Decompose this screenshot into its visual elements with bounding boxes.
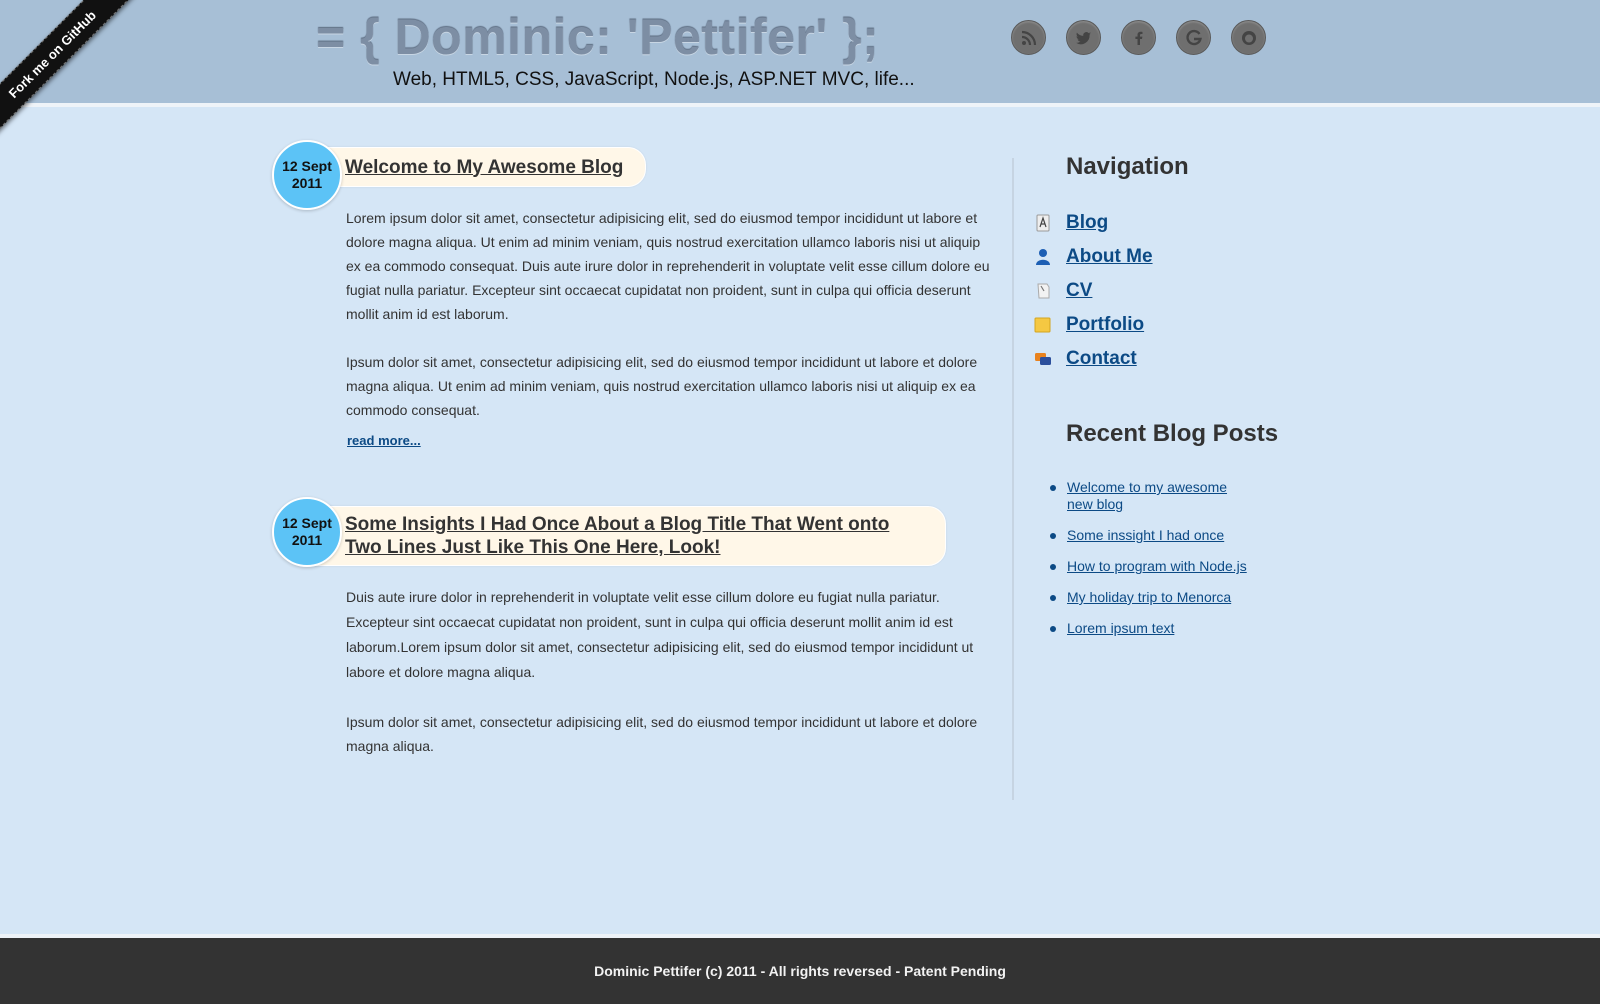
post-body: Duis aute irure dolor in reprehenderit i… [346,585,996,782]
post-body: Lorem ipsum dolor sit amet, consectetur … [346,206,996,450]
social-links [1011,20,1266,55]
pen-document-icon [1034,214,1052,232]
nav-link-about-me[interactable]: About Me [1066,246,1153,268]
column-divider [1012,158,1014,800]
post-paragraph: Lorem ipsum dolor sit amet, consectetur … [346,210,990,322]
recent-post-link[interactable]: Welcome to my awesome new blog [1067,479,1242,513]
site-title[interactable]: = { Dominic: 'Pettifer' }; [316,8,879,66]
nav-link-blog[interactable]: Blog [1066,212,1108,234]
chat-bubbles-icon [1034,350,1052,368]
nav-item-cv[interactable]: CV [1034,274,1153,308]
date-day: 12 Sept [282,515,332,531]
twitter-icon[interactable] [1066,20,1101,55]
post-paragraph: Ipsum dolor sit amet, consectetur adipis… [346,354,978,418]
folder-icon [1034,316,1052,334]
recent-post-link[interactable]: My holiday trip to Menorca [1067,589,1250,606]
recent-post-link[interactable]: Lorem ipsum text [1067,620,1250,637]
list-item: Welcome to my awesome new blog [1050,479,1242,513]
list-item: My holiday trip to Menorca [1050,589,1250,606]
list-item: Some inssight I had once [1050,527,1250,544]
post-paragraph: Ipsum dolor sit amet, consectetur adipis… [346,714,978,754]
scroll-icon [1034,282,1052,300]
nav-item-portfolio[interactable]: Portfolio [1034,308,1153,342]
rss-icon[interactable] [1011,20,1046,55]
site-header: = { Dominic: 'Pettifer' }; Web, HTML5, C… [0,0,1600,107]
post-paragraph: Duis aute irure dolor in reprehenderit i… [346,589,974,680]
recent-posts-list: Welcome to my awesome new blog Some inss… [1050,479,1250,651]
recent-posts-heading: Recent Blog Posts [1066,420,1279,447]
nav-link-cv[interactable]: CV [1066,280,1092,302]
navigation-menu: Blog About Me CV Portfolio Contact [1034,206,1153,376]
nav-link-contact[interactable]: Contact [1066,348,1137,370]
read-more-link[interactable]: read more... [347,433,421,448]
site-footer: Dominic Pettifer (c) 2011 - All rights r… [0,934,1600,1004]
date-year: 2011 [291,532,323,548]
post-title-pill: Welcome to My Awesome Blog [306,147,647,187]
nav-item-about-me[interactable]: About Me [1034,240,1153,274]
post-title-link[interactable]: Welcome to My Awesome Blog [345,156,623,179]
footer-text: Dominic Pettifer (c) 2011 - All rights r… [594,963,1006,979]
google-icon[interactable] [1176,20,1211,55]
fork-ribbon-container: Fork me on GitHub [0,0,150,150]
nav-item-contact[interactable]: Contact [1034,342,1153,376]
date-badge: 12 Sept 2011 [272,140,342,210]
person-icon [1034,248,1052,266]
post-title-pill: Some Insights I Had Once About a Blog Ti… [306,506,946,566]
list-item: How to program with Node.js [1050,558,1250,575]
date-year: 2011 [291,175,323,191]
site-tagline: Web, HTML5, CSS, JavaScript, Node.js, AS… [393,69,915,90]
github-icon[interactable] [1231,20,1266,55]
nav-item-blog[interactable]: Blog [1034,206,1153,240]
list-item: Lorem ipsum text [1050,620,1250,637]
recent-post-link[interactable]: How to program with Node.js [1067,558,1250,575]
fork-on-github-ribbon[interactable]: Fork me on GitHub [0,0,135,137]
date-badge: 12 Sept 2011 [272,497,342,567]
date-day: 12 Sept [282,158,332,174]
navigation-heading: Navigation [1066,153,1189,180]
recent-post-link[interactable]: Some inssight I had once [1067,527,1250,544]
nav-link-portfolio[interactable]: Portfolio [1066,314,1144,336]
post-title-link[interactable]: Some Insights I Had Once About a Blog Ti… [345,513,915,559]
facebook-icon[interactable] [1121,20,1156,55]
